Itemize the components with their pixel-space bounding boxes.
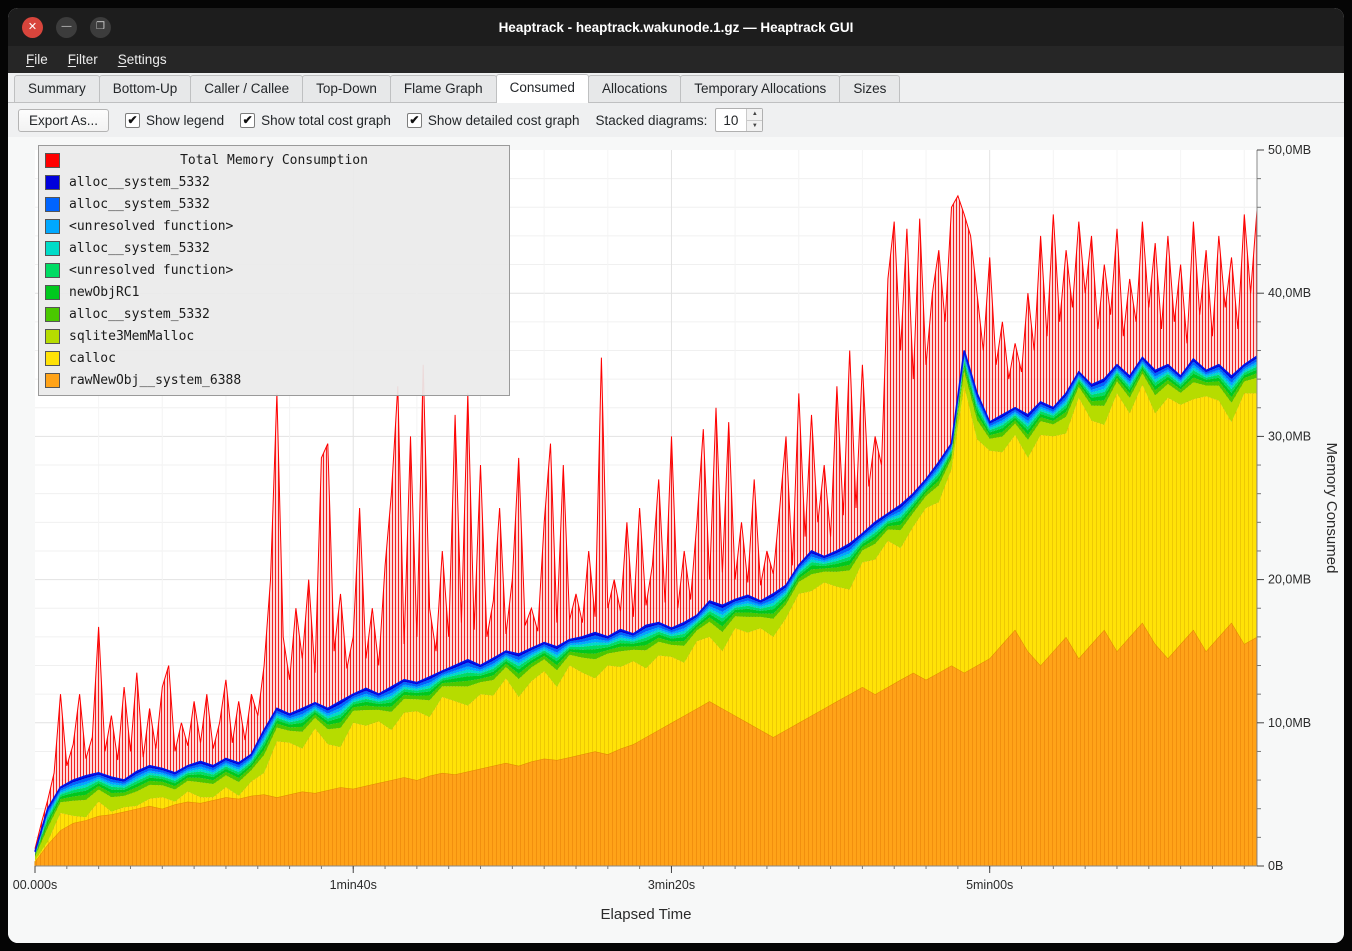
menubar: FileFilterSettings xyxy=(8,46,1344,73)
menu-item-filter[interactable]: Filter xyxy=(58,49,108,70)
legend-swatch xyxy=(45,329,60,344)
x-axis-title: Elapsed Time xyxy=(601,906,692,923)
legend-label: alloc__system_5332 xyxy=(69,175,210,190)
tab-consumed[interactable]: Consumed xyxy=(496,74,589,103)
chart-legend: Total Memory Consumption alloc__system_53… xyxy=(38,145,510,396)
stacked-diagrams-label: Stacked diagrams: xyxy=(596,113,708,128)
titlebar[interactable]: ✕ — ❒ Heaptrack - heaptrack.wakunode.1.g… xyxy=(8,8,1344,46)
legend-swatch xyxy=(45,351,60,366)
tab-allocations[interactable]: Allocations xyxy=(588,75,681,102)
x-tick-label: 1min40s xyxy=(330,878,377,892)
legend-swatch xyxy=(45,175,60,190)
legend-row: alloc__system_5332 xyxy=(39,303,509,325)
checkbox-label: Show detailed cost graph xyxy=(428,113,580,128)
y-tick-label: 30,0MB xyxy=(1268,429,1311,443)
checkbox-icon[interactable]: ✔ xyxy=(125,113,140,128)
tab-sizes[interactable]: Sizes xyxy=(839,75,900,102)
maximize-button[interactable]: ❒ xyxy=(90,17,111,38)
x-tick-label: 00.000s xyxy=(13,878,57,892)
chart-panel: 0B 10,0MB 20,0MB 30,0MB 40,0MB 50,0MB 00.000s 1… xyxy=(8,137,1344,943)
x-tick-label: 3min20s xyxy=(648,878,695,892)
y-tick-label: 50,0MB xyxy=(1268,143,1311,157)
legend-row: calloc xyxy=(39,347,509,369)
tab-temporary-allocations[interactable]: Temporary Allocations xyxy=(680,75,840,102)
legend-label: newObjRC1 xyxy=(69,285,139,300)
close-icon: ✕ xyxy=(28,22,37,33)
y-tick-label: 20,0MB xyxy=(1268,573,1311,587)
checkbox-show-detailed-cost-graph[interactable]: ✔ Show detailed cost graph xyxy=(407,113,580,128)
maximize-icon: ❒ xyxy=(96,22,105,32)
checkbox-label: Show legend xyxy=(146,113,224,128)
minimize-button[interactable]: — xyxy=(56,17,77,38)
toolbar-checkboxes: ✔ Show legend ✔ Show total cost graph ✔ Show … xyxy=(125,113,580,128)
checkbox-icon[interactable]: ✔ xyxy=(240,113,255,128)
legend-row: <unresolved function> xyxy=(39,215,509,237)
legend-label: rawNewObj__system_6388 xyxy=(69,373,241,388)
legend-swatch xyxy=(45,241,60,256)
legend-label: alloc__system_5332 xyxy=(69,241,210,256)
tab-top-down[interactable]: Top-Down xyxy=(302,75,391,102)
tab-flame-graph[interactable]: Flame Graph xyxy=(390,75,497,102)
screen: ✕ — ❒ Heaptrack - heaptrack.wakunode.1.g… xyxy=(0,0,1352,951)
legend-swatch xyxy=(45,373,60,388)
menu-item-settings[interactable]: Settings xyxy=(108,49,177,70)
legend-row: alloc__system_5332 xyxy=(39,171,509,193)
stacked-diagrams-value[interactable]: 10 xyxy=(716,109,746,131)
legend-swatch xyxy=(45,307,60,322)
legend-label: <unresolved function> xyxy=(69,263,233,278)
legend-label: <unresolved function> xyxy=(69,219,233,234)
y-tick-label: 0B xyxy=(1268,859,1283,873)
checkbox-label: Show total cost graph xyxy=(261,113,391,128)
legend-title: Total Memory Consumption xyxy=(69,153,503,168)
checkbox-show-legend[interactable]: ✔ Show legend xyxy=(125,113,224,128)
tab-caller-callee[interactable]: Caller / Callee xyxy=(190,75,303,102)
checkbox-icon[interactable]: ✔ xyxy=(407,113,422,128)
legend-title-row: Total Memory Consumption xyxy=(39,149,509,171)
y-axis-title: Memory Consumed xyxy=(1323,443,1340,574)
spinner-up-icon[interactable]: ▲ xyxy=(747,109,762,121)
legend-swatch xyxy=(45,219,60,234)
checkbox-show-total-cost-graph[interactable]: ✔ Show total cost graph xyxy=(240,113,391,128)
tabbar: SummaryBottom-UpCaller / CalleeTop-DownF… xyxy=(8,73,1344,103)
y-tick-label: 40,0MB xyxy=(1268,286,1311,300)
heaptrack-window: ✕ — ❒ Heaptrack - heaptrack.wakunode.1.g… xyxy=(8,8,1344,943)
close-button[interactable]: ✕ xyxy=(22,17,43,38)
legend-swatch xyxy=(45,197,60,212)
legend-swatch xyxy=(45,285,60,300)
legend-row: <unresolved function> xyxy=(39,259,509,281)
legend-label: calloc xyxy=(69,351,116,366)
legend-row: alloc__system_5332 xyxy=(39,237,509,259)
legend-label: sqlite3MemMalloc xyxy=(69,329,194,344)
export-as-button[interactable]: Export As... xyxy=(18,109,109,132)
legend-row: newObjRC1 xyxy=(39,281,509,303)
toolbar: Export As... ✔ Show legend ✔ Show total cos… xyxy=(8,103,1344,137)
tab-summary[interactable]: Summary xyxy=(14,75,100,102)
spinner-down-icon[interactable]: ▼ xyxy=(747,121,762,132)
legend-swatch xyxy=(45,153,60,168)
legend-label: alloc__system_5332 xyxy=(69,197,210,212)
minimize-icon: — xyxy=(62,22,72,32)
menu-item-file[interactable]: File xyxy=(16,49,58,70)
legend-row: rawNewObj__system_6388 xyxy=(39,369,509,391)
legend-row: sqlite3MemMalloc xyxy=(39,325,509,347)
legend-row: alloc__system_5332 xyxy=(39,193,509,215)
window-title: Heaptrack - heaptrack.wakunode.1.gz — He… xyxy=(8,20,1344,35)
x-tick-label: 5min00s xyxy=(966,878,1013,892)
legend-swatch xyxy=(45,263,60,278)
stacked-diagrams-spinner[interactable]: 10 ▲ ▼ xyxy=(715,108,763,132)
y-tick-label: 10,0MB xyxy=(1268,716,1311,730)
legend-label: alloc__system_5332 xyxy=(69,307,210,322)
tab-bottom-up[interactable]: Bottom-Up xyxy=(99,75,192,102)
